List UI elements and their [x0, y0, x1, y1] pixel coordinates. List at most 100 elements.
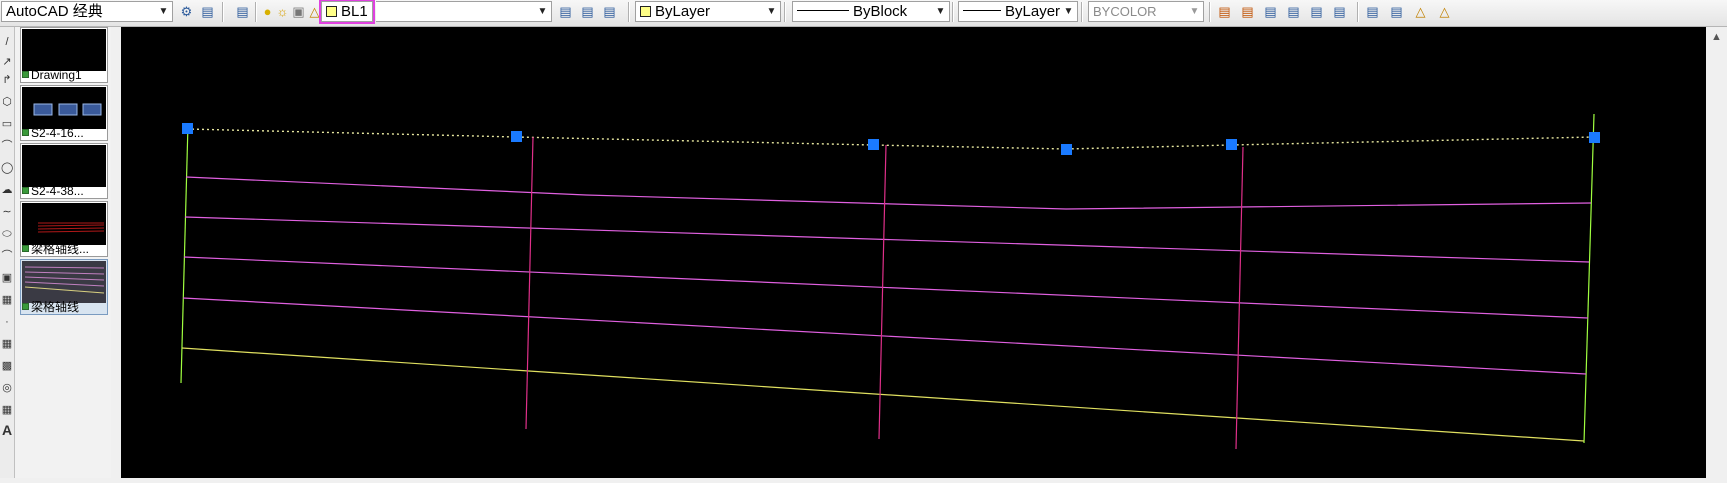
toolbar-separator [952, 2, 954, 22]
layer-unlock-icon[interactable]: △ [1436, 3, 1453, 20]
properties-toolbar: AutoCAD 经典 ▼ ⚙ ▤ ▤ ● ☼ ▣ △ BL1 ▼ ▤ ▤ ▤ B… [0, 0, 1727, 27]
viewport-freeze-icon[interactable]: ▣ [290, 3, 307, 20]
axis-line-1[interactable] [185, 176, 1592, 210]
thumbnail-preview [22, 87, 106, 129]
lineweight-sample [963, 10, 1001, 11]
axis-line-2[interactable] [184, 216, 1590, 263]
grip-handle[interactable] [511, 131, 522, 142]
drawing-thumbnail[interactable]: S2-4-38... [20, 143, 108, 199]
circle-icon[interactable]: ◯ [1, 161, 13, 175]
make-block-icon[interactable]: ▦ [1, 293, 13, 307]
layer-tool-icon-7[interactable]: ▤ [1364, 3, 1381, 20]
workspace-label: AutoCAD 经典 [6, 3, 103, 20]
layer-tool-icon-2[interactable]: ▤ [1239, 3, 1256, 20]
point-icon[interactable]: · [1, 315, 13, 329]
grip-handle[interactable] [868, 139, 879, 150]
thumbnail-preview [22, 261, 106, 303]
sun-icon[interactable]: ☼ [274, 3, 291, 20]
table-icon[interactable]: ▦ [1, 403, 13, 417]
color-select[interactable]: ByLayer ▼ [635, 1, 781, 22]
hatch-icon[interactable]: ▦ [1, 337, 13, 351]
left-boundary-line[interactable] [180, 123, 189, 384]
draw-toolbar: / ↗ ↱ ⬡ ▭ ⌒ ◯ ☁ ∼ ⬭ ⌒ ▣ ▦ · ▦ ▩ ◎ ▦ A [0, 27, 15, 478]
construction-line-icon[interactable]: ↗ [1, 55, 13, 69]
linetype-value: ByBlock [853, 3, 908, 20]
ellipse-arc-icon[interactable]: ⌒ [1, 249, 13, 263]
chevron-down-icon: ▼ [1063, 6, 1074, 17]
layer-manager-icon[interactable]: ▤ [234, 3, 251, 20]
polygon-icon[interactable]: ⬡ [1, 95, 13, 109]
cross-beam-1[interactable] [525, 136, 534, 430]
layer-tool-icon-4[interactable]: ▤ [1285, 3, 1302, 20]
plotstyle-value: BYCOLOR [1093, 4, 1157, 19]
drawing-thumbnail[interactable]: S2-4-16... [20, 85, 108, 141]
toolbar-separator [628, 2, 630, 22]
gradient-icon[interactable]: ▩ [1, 359, 13, 373]
layer-previous-icon[interactable]: ▤ [579, 3, 596, 20]
spline-icon[interactable]: ∼ [1, 205, 13, 219]
grip-handle[interactable] [1061, 144, 1072, 155]
chevron-down-icon: ▼ [158, 6, 169, 17]
chevron-down-icon: ▼ [935, 6, 946, 17]
drawing-thumbnail[interactable]: Drawing1 [20, 27, 108, 83]
model-status-icon [22, 245, 29, 252]
toolbar-separator [1357, 2, 1359, 22]
drawing-thumbnail[interactable]: 梁格轴线... [20, 201, 108, 257]
drawing-thumbnail-active[interactable]: 梁格轴线 [20, 259, 108, 315]
thumbnail-preview-art [24, 266, 105, 294]
cross-beam-3[interactable] [1235, 146, 1244, 450]
arc-icon[interactable]: ⌒ [1, 139, 13, 153]
lineweight-select[interactable]: ByLayer ▼ [958, 1, 1078, 22]
layer-select[interactable]: BL1 [319, 0, 375, 24]
workspace-settings-icon[interactable]: ⚙ [178, 3, 195, 20]
thumbnail-label: Drawing1 [22, 69, 107, 82]
chevron-down-icon: ▼ [766, 6, 777, 17]
rectangle-icon[interactable]: ▭ [1, 117, 13, 131]
grip-handle[interactable] [1589, 132, 1600, 143]
revcloud-icon[interactable]: ☁ [1, 183, 13, 197]
axis-line-3[interactable] [183, 256, 1589, 319]
chevron-up-icon[interactable]: ▲ [1709, 31, 1724, 43]
thumbnail-preview-art [37, 222, 105, 233]
right-boundary-line[interactable] [1583, 113, 1595, 444]
layer-dropdown-extension[interactable]: ▼ [376, 1, 552, 22]
layer-name: BL1 [341, 3, 368, 20]
ellipse-icon[interactable]: ⬭ [1, 227, 13, 241]
model-space-canvas[interactable] [121, 27, 1706, 478]
layer-tool-icon-8[interactable]: ▤ [1388, 3, 1405, 20]
model-status-icon [22, 303, 29, 310]
toolbar-separator [255, 2, 257, 22]
linetype-select[interactable]: ByBlock ▼ [792, 1, 950, 22]
plotstyle-select: BYCOLOR ▼ [1088, 1, 1204, 22]
toolbar-separator [784, 2, 786, 22]
layer-state-icon[interactable]: ▤ [601, 3, 618, 20]
polyline-icon[interactable]: ↱ [1, 73, 13, 87]
chevron-down-icon: ▼ [1189, 6, 1200, 17]
line-icon[interactable]: / [1, 35, 13, 49]
model-status-icon [22, 129, 29, 136]
workspace-select[interactable]: AutoCAD 经典 ▼ [1, 1, 173, 22]
thumbnail-label: 梁格轴线 [22, 301, 107, 314]
thumbnail-label: 梁格轴线... [22, 243, 107, 256]
layer-tool-icon-3[interactable]: ▤ [1262, 3, 1279, 20]
toolbar-separator [1081, 2, 1083, 22]
thumbnail-label: S2-4-38... [22, 185, 107, 198]
make-current-icon[interactable]: ▤ [557, 3, 574, 20]
toolbar-separator [222, 2, 224, 22]
drawing-area[interactable] [121, 27, 1706, 478]
selected-polyline[interactable] [186, 128, 1595, 150]
chevron-down-icon: ▼ [537, 6, 548, 17]
layer-tool-icon-5[interactable]: ▤ [1308, 3, 1325, 20]
insert-block-icon[interactable]: ▣ [1, 271, 13, 285]
layer-lock-icon[interactable]: △ [1412, 3, 1429, 20]
region-icon[interactable]: ◎ [1, 381, 13, 395]
layer-tool-icon-6[interactable]: ▤ [1331, 3, 1348, 20]
layer-tool-icon-1[interactable]: ▤ [1216, 3, 1233, 20]
grip-handle[interactable] [1226, 139, 1237, 150]
thumbnail-preview-art [33, 103, 102, 116]
grip-handle[interactable] [182, 123, 193, 134]
customize-icon[interactable]: ▤ [199, 3, 216, 20]
vertical-scrollbar[interactable]: ▲ [1706, 27, 1727, 478]
multiline-text-icon[interactable]: A [1, 423, 13, 437]
thumbnail-preview [22, 29, 106, 71]
